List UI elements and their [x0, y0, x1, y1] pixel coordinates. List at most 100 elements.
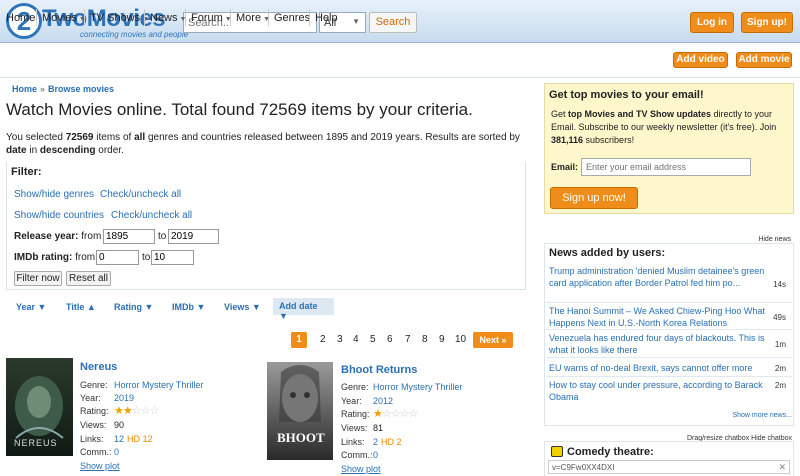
star-empty-icon[interactable]: ☆ [132, 405, 142, 417]
page-link[interactable]: 3 [337, 334, 343, 345]
page-link[interactable]: 5 [370, 334, 376, 345]
nav-forum[interactable]: Forum ▼ [191, 12, 232, 24]
star-filled-icon[interactable]: ★ [373, 408, 383, 420]
show-more-news-link[interactable]: Show more news... [732, 412, 792, 419]
star-empty-icon[interactable]: ☆ [141, 405, 151, 417]
star-filled-icon[interactable]: ★ [114, 405, 124, 417]
nav-home[interactable]: Home [6, 12, 35, 24]
login-button[interactable]: Log in [690, 12, 734, 33]
imdb-rating-label: IMDb rating: from [14, 252, 95, 263]
search-button[interactable]: Search [369, 12, 417, 33]
toggle-countries-link[interactable]: Show/hide countries [14, 210, 104, 221]
movie-title[interactable]: Bhoot Returns [341, 364, 417, 376]
email-field[interactable] [581, 158, 751, 176]
page-current[interactable]: 1 [291, 332, 307, 348]
summary-all: all [134, 132, 146, 143]
page-link[interactable]: 4 [353, 334, 359, 345]
nav-more[interactable]: More ▼ [236, 12, 270, 24]
movie-poster[interactable]: NEREUS [6, 358, 73, 456]
star-empty-icon[interactable]: ☆ [400, 408, 410, 420]
year-from-input[interactable] [103, 229, 155, 244]
nav-tvshows[interactable]: TV Shows ▼ [90, 12, 149, 24]
summary-text: in [26, 145, 40, 156]
hd-badge[interactable]: HD 12 [127, 434, 153, 444]
comments-count[interactable]: 0 [114, 447, 119, 457]
genre-link[interactable]: Horror [114, 380, 140, 390]
links-count[interactable]: 12 [114, 434, 124, 444]
sort-rating[interactable]: Rating ▼ [114, 302, 153, 312]
news-divider [546, 376, 792, 377]
check-genres-link[interactable]: Check/uncheck all [100, 189, 181, 200]
page-link[interactable]: 7 [405, 334, 411, 345]
breadcrumb-home[interactable]: Home [12, 84, 37, 94]
show-plot-link[interactable]: Show plot [341, 464, 381, 474]
links-label: Links: [80, 434, 104, 444]
hd-badge[interactable]: HD 2 [381, 437, 402, 447]
rating-label: Rating: [80, 406, 109, 416]
sort-year[interactable]: Year ▼ [16, 302, 46, 312]
signup-button[interactable]: Sign up! [741, 12, 793, 33]
imdb-from-input[interactable] [96, 250, 139, 265]
star-empty-icon[interactable]: ☆ [382, 408, 392, 420]
page-next-button[interactable]: Next » [473, 332, 513, 348]
links-count[interactable]: 2 [373, 437, 378, 447]
breadcrumb-browse[interactable]: Browse movies [48, 84, 114, 94]
genre-link[interactable]: Thriller [176, 380, 204, 390]
add-video-button[interactable]: Add video [673, 52, 728, 68]
genre-link[interactable]: Mystery [142, 380, 174, 390]
rating-label: Rating: [341, 409, 370, 419]
nav-genres[interactable]: Genres [274, 12, 310, 24]
movie-title[interactable]: Nereus [80, 361, 117, 373]
hide-news-link[interactable]: Hide news [758, 236, 791, 243]
views-label: Views: [80, 420, 107, 430]
nav-news[interactable]: News ▼ [150, 12, 186, 24]
news-item[interactable]: Trump administration 'denied Muslim deta… [549, 265, 769, 289]
comments-label: Comm.: [341, 450, 373, 460]
reset-all-button[interactable]: Reset all [66, 271, 111, 286]
filter-now-button[interactable]: Filter now [14, 271, 62, 286]
newsletter-signup-button[interactable]: Sign up now! [550, 187, 638, 209]
check-countries-link[interactable]: Check/uncheck all [111, 210, 192, 221]
page-link[interactable]: 10 [455, 334, 466, 345]
year-value[interactable]: 2012 [373, 396, 393, 406]
star-empty-icon[interactable]: ☆ [150, 405, 160, 417]
news-item[interactable]: How to stay cool under pressure, accordi… [549, 379, 769, 403]
news-item[interactable]: The Hanoi Summit – We Asked Chiew-Ping H… [549, 305, 769, 329]
add-movie-button[interactable]: Add movie [736, 52, 792, 68]
genre-link[interactable]: Mystery [401, 382, 433, 392]
comments-count[interactable]: 0 [373, 450, 378, 460]
star-empty-icon[interactable]: ☆ [391, 408, 401, 420]
logo-tagline: connecting movies and people [80, 30, 189, 39]
sort-views[interactable]: Views ▼ [224, 302, 261, 312]
star-filled-icon[interactable]: ★ [123, 405, 133, 417]
page-link[interactable]: 6 [387, 334, 393, 345]
rating-stars[interactable]: ★☆☆☆☆ [373, 407, 419, 420]
imdb-to-input[interactable] [151, 250, 194, 265]
star-empty-icon[interactable]: ☆ [409, 408, 419, 420]
genre-link[interactable]: Horror [373, 382, 399, 392]
genre-label: Genre: [341, 382, 369, 392]
sort-add-date[interactable]: Add date ▼ [273, 298, 334, 321]
page-link[interactable]: 9 [439, 334, 445, 345]
show-plot-link[interactable]: Show plot [80, 461, 120, 471]
sort-title[interactable]: Title ▲ [66, 302, 96, 312]
nav-movies[interactable]: Movies ▼ [42, 12, 86, 24]
sort-imdb[interactable]: IMDb ▼ [172, 302, 205, 312]
movie-poster[interactable]: BHOOT [267, 362, 333, 460]
chatbox-input[interactable]: v=C9Fw0XX4DXI [548, 460, 790, 474]
nav-help[interactable]: Help [315, 12, 338, 24]
subscriber-count: 381,116 [551, 135, 584, 145]
page-link[interactable]: 2 [320, 334, 326, 345]
news-item[interactable]: EU warns of no-deal Brexit, says cannot … [549, 362, 769, 374]
close-icon[interactable]: ✕ [778, 462, 786, 473]
page-link[interactable]: 8 [422, 334, 428, 345]
toggle-genres-link[interactable]: Show/hide genres [14, 189, 94, 200]
rating-stars[interactable]: ★★☆☆☆ [114, 404, 160, 417]
genre-list: Horror Mystery Thriller [114, 380, 203, 390]
views-label: Views: [341, 423, 368, 433]
news-item[interactable]: Venezuela has endured four days of black… [549, 332, 769, 356]
genre-link[interactable]: Thriller [435, 382, 463, 392]
year-value[interactable]: 2019 [114, 393, 134, 403]
year-to-input[interactable] [168, 229, 219, 244]
from-label: from [81, 231, 102, 242]
